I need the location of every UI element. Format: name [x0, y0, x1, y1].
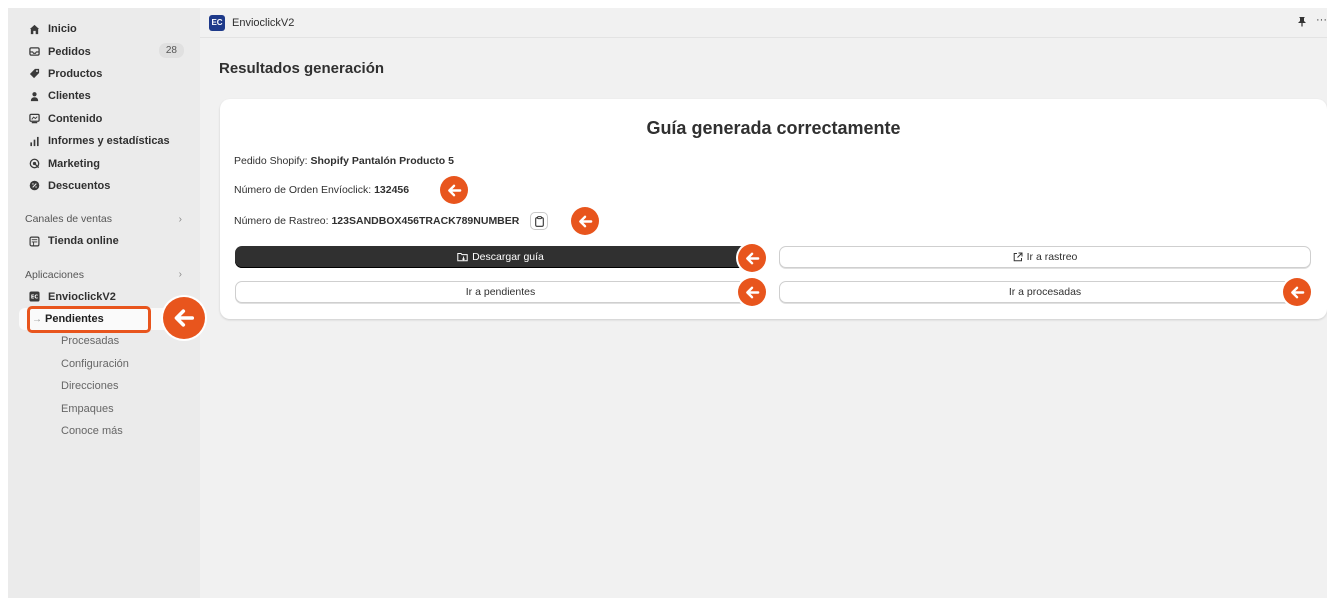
sidebar-item-marketing[interactable]: Marketing: [8, 152, 200, 174]
sidebar-item-informes[interactable]: Informes y estadísticas: [8, 130, 200, 152]
sidebar-item-inicio[interactable]: Inicio: [8, 18, 200, 40]
store-icon: [28, 235, 40, 247]
svg-text:EC: EC: [30, 295, 37, 301]
page-title: Resultados generación: [219, 60, 385, 77]
sidebar-item-label: Inicio: [48, 23, 77, 36]
go-to-tracking-button[interactable]: Ir a rastreo: [779, 246, 1311, 268]
app-topbar: EC EnvioclickV2 ···: [200, 8, 1327, 38]
apps-heading[interactable]: Aplicaciones ›: [8, 264, 200, 286]
more-options-icon[interactable]: ···: [1316, 14, 1327, 26]
card-heading: Guía generada correctamente: [646, 118, 901, 138]
sidebar-item-label: Descuentos: [48, 179, 111, 192]
pin-icon[interactable]: [1297, 16, 1307, 30]
annotation-arrow-left-icon: [163, 297, 205, 339]
app-frame: Inicio Pedidos 28 Productos Clientes Con…: [8, 8, 1327, 598]
envioclick-order-value: 132456: [374, 184, 410, 196]
sidebar-item-productos[interactable]: Productos: [8, 63, 200, 85]
sidebar-item-label: Informes y estadísticas: [48, 135, 170, 148]
bar-chart-icon: [28, 135, 40, 147]
copy-clipboard-button[interactable]: [530, 212, 549, 230]
go-to-pending-button[interactable]: Ir a pendientes: [235, 281, 766, 303]
person-icon: [28, 90, 40, 102]
target-icon: [28, 158, 40, 170]
app-logo: EC: [209, 14, 225, 31]
home-icon: [28, 23, 40, 35]
folder-download-icon: [457, 252, 468, 262]
sidebar-item-tienda-online[interactable]: Tienda online: [8, 230, 200, 252]
pendientes-highlight-box: [27, 306, 151, 333]
tracking-number-value: 123SANDBOX456TRACK789NUMBER: [331, 214, 520, 227]
annotation-arrow-left-icon: [738, 244, 766, 272]
annotation-arrow-left-icon: [440, 176, 468, 204]
app-title: EnvioclickV2: [232, 16, 295, 29]
clipboard-icon: [534, 215, 544, 227]
sidebar-subitem-direcciones[interactable]: Direcciones: [8, 375, 200, 397]
orders-count-badge: 28: [158, 43, 184, 59]
sidebar-item-pedidos[interactable]: Pedidos 28: [8, 40, 200, 62]
sidebar-item-contenido[interactable]: Contenido: [8, 108, 200, 130]
sidebar-subitem-configuracion[interactable]: Configuración: [8, 353, 200, 375]
sidebar-subitem-conoce-mas[interactable]: Conoce más: [8, 420, 200, 442]
go-to-processed-button[interactable]: Ir a procesadas: [779, 281, 1311, 303]
sidebar-item-clientes[interactable]: Clientes: [8, 85, 200, 107]
content-icon: [28, 113, 40, 125]
sidebar-item-label: Contenido: [48, 112, 103, 125]
annotation-arrow-left-icon: [571, 207, 599, 235]
sidebar-item-label: Pedidos: [48, 45, 91, 58]
external-link-icon: [1013, 252, 1023, 262]
sidebar-item-label: Productos: [48, 67, 103, 80]
download-guide-button[interactable]: Descargar guía: [235, 246, 766, 268]
sidebar-subitem-empaques[interactable]: Empaques: [8, 397, 200, 419]
sidebar-item-label: Marketing: [48, 157, 100, 170]
sidebar-item-label: EnvioclickV2: [48, 290, 116, 303]
tag-icon: [28, 68, 40, 80]
chevron-right-icon: ›: [178, 213, 182, 225]
chevron-right-icon: ›: [178, 269, 182, 281]
annotation-arrow-left-icon: [738, 278, 766, 306]
inbox-icon: [28, 46, 40, 58]
app-logo-icon: EC: [28, 291, 40, 303]
annotation-arrow-left-icon: [1283, 278, 1311, 306]
sales-channels-heading[interactable]: Canales de ventas ›: [8, 208, 200, 230]
shopify-order-value: Shopify Pantalón Producto 5: [310, 155, 454, 167]
sidebar-item-descuentos[interactable]: Descuentos: [8, 175, 200, 197]
discount-icon: [28, 180, 40, 192]
tracking-number-line: Número de Rastreo: 123SANDBOX456TRACK789…: [234, 212, 549, 230]
envioclick-order-line: Número de Orden Envíoclick: 132456: [234, 184, 410, 196]
shopify-order-line: Pedido Shopify: Shopify Pantalón Product…: [234, 155, 454, 167]
sidebar-item-label: Tienda online: [48, 235, 119, 248]
result-card: Guía generada correctamente Pedido Shopi…: [220, 99, 1327, 319]
sidebar-item-label: Clientes: [48, 90, 91, 103]
